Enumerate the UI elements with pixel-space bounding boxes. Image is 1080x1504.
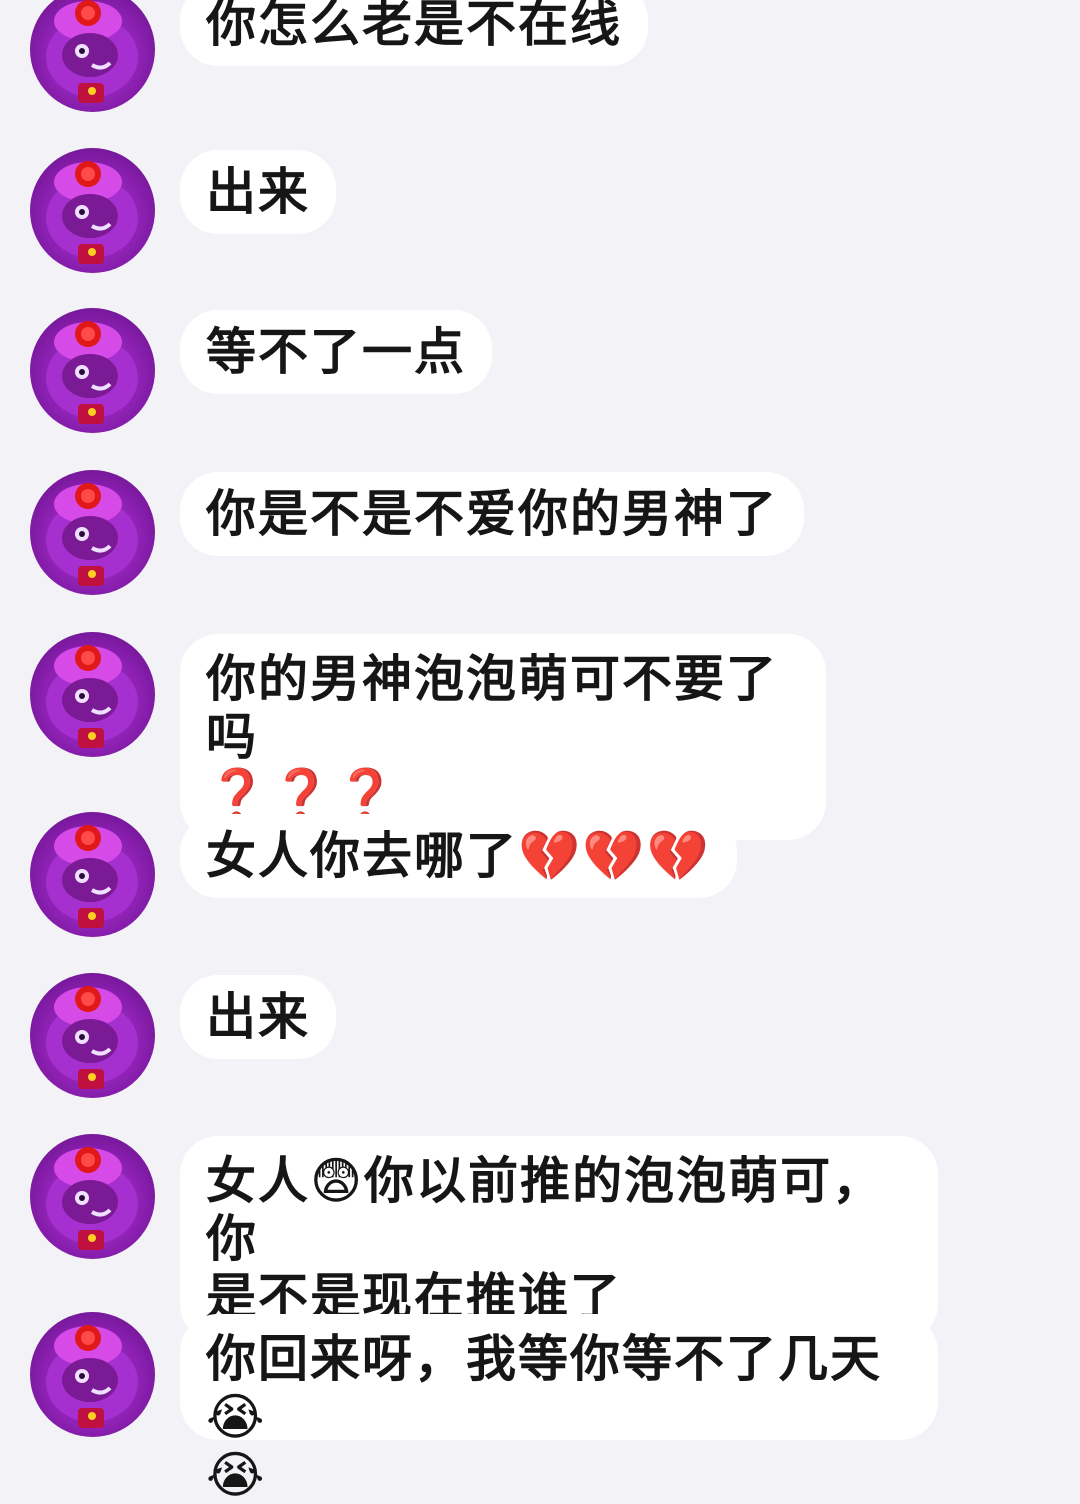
avatar-image: [46, 321, 138, 424]
message-bubble[interactable]: 你的男神泡泡萌可不要了吗 ❓❓❓: [180, 634, 826, 840]
sender-avatar[interactable]: [30, 1134, 155, 1259]
avatar-image: [46, 1325, 138, 1428]
avatar-image: [46, 986, 138, 1089]
chat-message-list[interactable]: 你怎么老是不在线 出来 等不了一点 你是不是不爱你的男神了 你的男神泡泡萌可不要…: [0, 0, 1080, 1504]
sender-avatar[interactable]: [30, 973, 155, 1098]
sender-avatar[interactable]: [30, 1312, 155, 1437]
message-bubble[interactable]: 女人你去哪了💔💔💔: [180, 814, 737, 898]
message-bubble[interactable]: 你怎么老是不在线: [180, 0, 648, 66]
message-bubble[interactable]: 女人😨你以前推的泡泡萌可，你 是不是现在推谁了: [180, 1136, 938, 1342]
avatar-image: [46, 161, 138, 264]
avatar-image: [46, 645, 138, 748]
message-bubble[interactable]: 出来: [180, 975, 336, 1059]
sender-avatar[interactable]: [30, 148, 155, 273]
sender-avatar[interactable]: [30, 0, 155, 112]
sender-avatar[interactable]: [30, 632, 155, 757]
sender-avatar[interactable]: [30, 308, 155, 433]
sender-avatar[interactable]: [30, 470, 155, 595]
message-bubble[interactable]: 你是不是不爱你的男神了: [180, 472, 804, 556]
sender-avatar[interactable]: [30, 812, 155, 937]
avatar-image: [46, 825, 138, 928]
message-bubble[interactable]: 出来: [180, 150, 336, 234]
message-bubble[interactable]: 你回来呀，我等你等不了几天😭 😭: [180, 1314, 938, 1504]
message-bubble[interactable]: 等不了一点: [180, 310, 492, 394]
avatar-image: [46, 483, 138, 586]
avatar-image: [46, 1147, 138, 1250]
avatar-image: [46, 0, 138, 103]
